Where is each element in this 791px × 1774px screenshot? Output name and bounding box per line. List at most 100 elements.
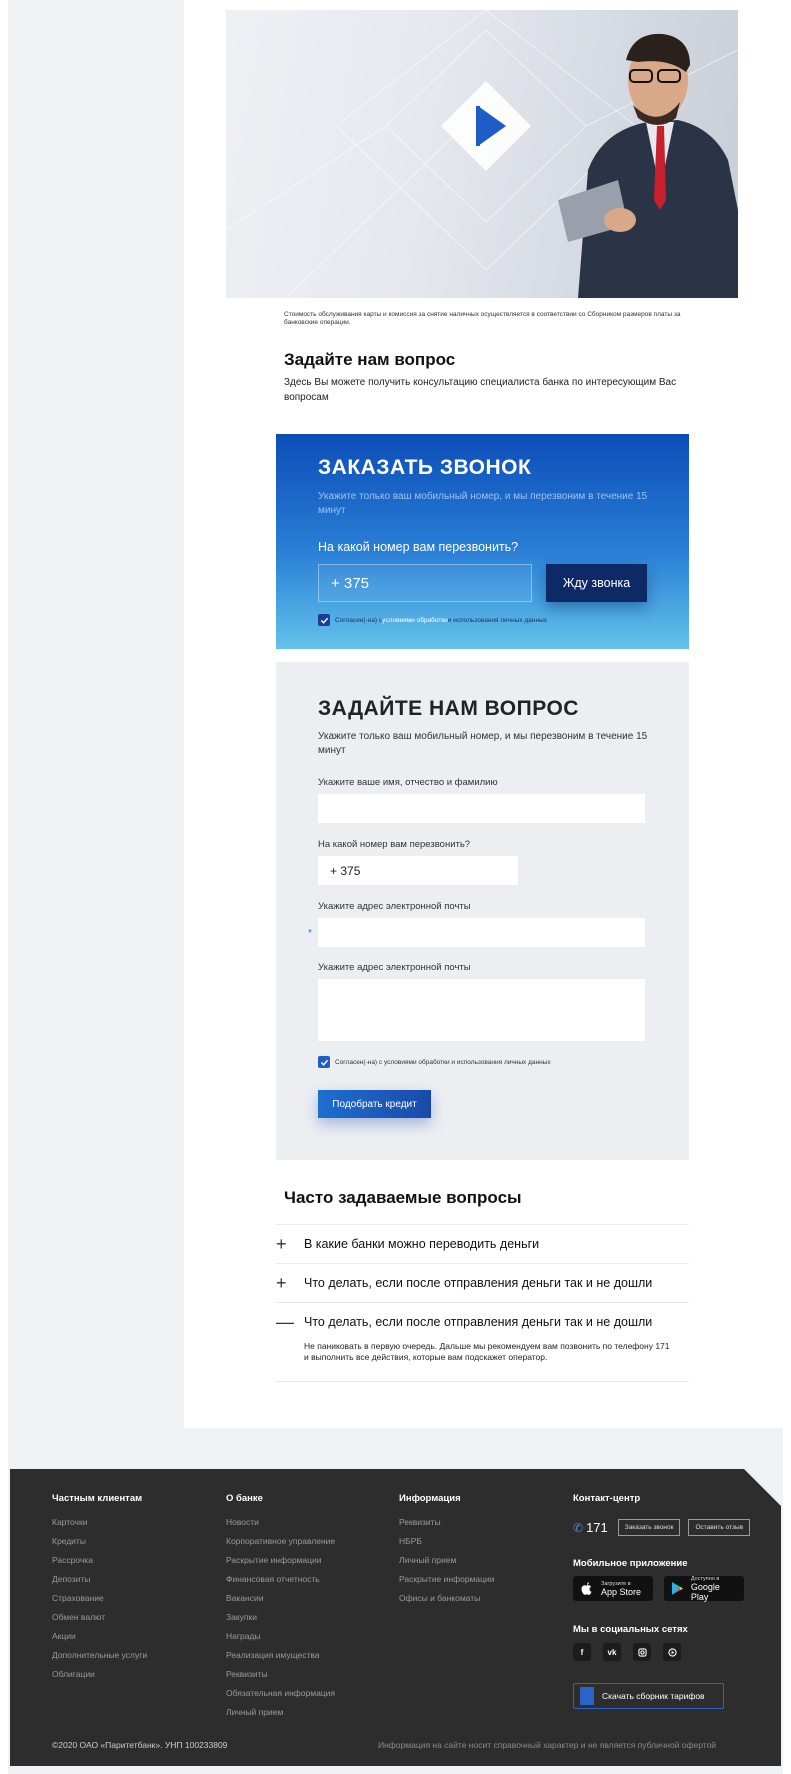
footer-column-title: Частным клиентам [52,1493,143,1504]
phone-input[interactable]: + 375 [318,856,518,885]
footer-link[interactable]: Дополнительные услуги [52,1646,147,1665]
ask-section-description: Здесь Вы можете получить консультацию сп… [284,377,677,403]
footer-link[interactable]: Финансовая отчетность [226,1570,335,1589]
message-textarea[interactable] [318,979,645,1041]
footer-link[interactable]: Кредиты [52,1532,147,1551]
disclaimer: Информация на сайте носит справочный хар… [378,1740,717,1750]
callback-phone-input[interactable]: + 375 [318,564,532,602]
contact-phone[interactable]: ✆ 171 [573,1520,608,1535]
faq-list: + В какие банки можно переводить деньги … [276,1224,689,1382]
message-label: Укажите адрес электронной почты [318,962,471,973]
phone-icon: ✆ [573,1520,584,1535]
question-form-title: ЗАДАЙТЕ НАМ ВОПРОС [318,697,579,720]
footer-column-about: О банке Новости Корпоративное управление… [226,1493,335,1722]
footer-link[interactable]: Обмен валют [52,1608,147,1627]
callback-subtitle: Укажите только ваш мобильный номер, и мы… [318,491,648,516]
faq-item-expanded[interactable]: — Что делать, если после отправления ден… [276,1302,689,1381]
social-title: Мы в социальных сетях [573,1624,688,1635]
footer-link[interactable]: НБРБ [399,1532,494,1551]
footer-link[interactable]: Рассрочка [52,1551,147,1570]
footer-link[interactable]: Обязательная информация [226,1684,335,1703]
callback-consent-checkbox[interactable] [318,614,330,626]
feedback-button[interactable]: Оставить отзыв [688,1519,751,1536]
question-consent-checkbox[interactable] [318,1056,330,1068]
question-consent: Согласен(-на) с условиями обработки и ис… [318,1056,551,1068]
play-icon[interactable] [436,76,536,176]
footer-link[interactable]: Раскрытие информации [226,1551,335,1570]
footer-link[interactable]: Раскрытие информации [399,1570,494,1589]
google-play-label: Google Play [690,1581,720,1602]
plus-icon[interactable]: + [276,1274,304,1292]
name-input[interactable] [318,794,645,823]
apple-icon [581,1582,595,1595]
required-marker: * [308,928,312,939]
contact-row: ✆ 171 Заказать звонок Оставить отзыв [573,1519,758,1536]
instagram-icon[interactable] [633,1643,651,1661]
google-play-button[interactable]: Доступно в Google Play [664,1576,744,1602]
callback-block: ЗАКАЗАТЬ ЗВОНОК Укажите только ваш мобил… [276,434,689,649]
minus-icon[interactable]: — [276,1313,304,1331]
order-call-button[interactable]: Заказать звонок [617,1519,681,1536]
email-label: Укажите адрес электронной почты [318,901,471,912]
footer-link[interactable]: Личный прием [226,1703,335,1722]
footer-column-info: Информация Реквизиты НБРБ Личный прием Р… [399,1493,494,1608]
callback-title: ЗАКАЗАТЬ ЗВОНОК [318,456,532,479]
faq-divider [276,1381,689,1382]
footer-link[interactable]: Реквизиты [226,1665,335,1684]
pick-credit-button[interactable]: Подобрать кредит [318,1090,431,1118]
contact-phone-number[interactable]: 171 [586,1520,608,1535]
footer-link[interactable]: Акции [52,1627,147,1646]
faq-item[interactable]: + Что делать, если после отправления ден… [276,1263,689,1302]
plus-icon[interactable]: + [276,1235,304,1253]
callback-submit-button[interactable]: Жду звонка [546,564,647,602]
businessman-image [558,33,738,298]
social-links: f vk [573,1643,693,1661]
footer-link[interactable]: Личный прием [399,1551,494,1570]
footer-link[interactable]: Награды [226,1627,335,1646]
faq-title: Часто задаваемые вопросы [284,1188,522,1207]
vk-icon[interactable]: vk [603,1643,621,1661]
footer-link[interactable]: Закупки [226,1608,335,1627]
footer-link[interactable]: Вакансии [226,1589,335,1608]
ask-section-title: Задайте нам вопрос [284,350,456,369]
footer-link[interactable]: Облигации [52,1665,147,1684]
footer-link[interactable]: Депозиты [52,1570,147,1589]
facebook-icon[interactable]: f [573,1643,591,1661]
hero-video[interactable] [226,10,738,298]
faq-question[interactable]: Что делать, если после отправления деньг… [304,1276,652,1290]
faq-question[interactable]: В какие банки можно переводить деньги [304,1237,539,1251]
footer-link[interactable]: Реквизиты [399,1513,494,1532]
callback-consent: Согласен(-на) с условиями обработки и ис… [318,614,547,626]
download-tariffs-label[interactable]: Скачать сборник тарифов [602,1691,705,1701]
callback-consent-link[interactable]: условиями обработки [382,617,448,624]
footer-column-title: О банке [226,1493,263,1504]
footer-link[interactable]: Корпоративное управление [226,1532,335,1551]
question-form-subtitle: Укажите только ваш мобильный номер, и мы… [318,731,648,756]
footer-link[interactable]: Страхование [52,1589,147,1608]
faq-answer: Не паниковать в первую очередь. Дальше м… [304,1341,670,1362]
faq-item[interactable]: + В какие банки можно переводить деньги [276,1224,689,1263]
callback-consent-prefix: Согласен(-на) с [335,616,383,624]
question-form: ЗАДАЙТЕ НАМ ВОПРОС Укажите только ваш мо… [276,662,689,1160]
app-store-button[interactable]: Загрузите в App Store [573,1576,653,1601]
footer: Частным клиентам Карточки Кредиты Рассро… [10,1469,781,1766]
footer-link[interactable]: Реализация имущества [226,1646,335,1665]
question-consent-text: Согласен(-на) с условиями обработки и ис… [335,1058,551,1066]
app-store-label: App Store [601,1586,642,1597]
phone-label: На какой номер вам перезвонить? [318,839,471,850]
google-play-icon [672,1582,685,1595]
document-icon [580,1687,594,1705]
footer-link[interactable]: Новости [226,1513,335,1532]
email-input[interactable] [318,918,645,947]
copyright: ©2020 ОАО «Паритетбанк». УНП 100233809 [52,1740,228,1750]
hero-note: Стоимость обслуживания карты и комиссия … [284,311,681,326]
faq-question[interactable]: Что делать, если после отправления деньг… [304,1315,652,1329]
callback-phone-label: На какой номер вам перезвонить? [318,540,519,554]
footer-column-private: Частным клиентам Карточки Кредиты Рассро… [52,1493,147,1684]
download-tariffs-button[interactable]: Скачать сборник тарифов [573,1683,724,1709]
footer-link[interactable]: Карточки [52,1513,147,1532]
footer-column-title: Информация [399,1493,461,1504]
youtube-icon[interactable] [663,1643,681,1661]
footer-link[interactable]: Офисы и банкоматы [399,1589,494,1608]
name-label: Укажите ваше имя, отчество и фамилию [318,777,498,788]
